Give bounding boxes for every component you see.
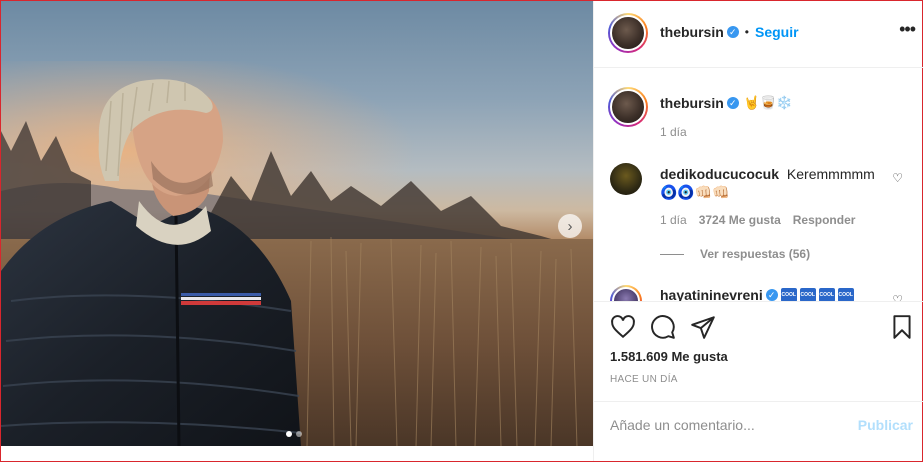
caption-time[interactable]: 1 día: [660, 125, 687, 139]
follow-button[interactable]: Seguir: [755, 24, 799, 40]
author-username[interactable]: thebursin: [660, 24, 724, 40]
verified-badge-icon: ✓: [726, 97, 739, 109]
like-heart-icon[interactable]: [610, 314, 636, 340]
comment-input[interactable]: [610, 414, 840, 436]
carousel-dot: [296, 431, 302, 437]
post-actions: 1.581.609 Me gusta HACE UN DÍA: [594, 301, 923, 401]
cool-badge: COOL: [837, 288, 854, 301]
like-comment-heart-icon[interactable]: ♡: [892, 293, 903, 301]
carousel-dot: [286, 431, 292, 437]
cool-badge: COOL: [780, 288, 797, 301]
comment-text: hayatininevreni ✓ COOL COOL COOL COOL: [660, 287, 854, 301]
commenter-avatar[interactable]: [610, 163, 642, 195]
likes-count[interactable]: 1.581.609 Me gusta: [610, 349, 728, 364]
separator: •: [744, 25, 749, 39]
commenter-username[interactable]: dedikoducucocuk: [660, 166, 779, 182]
add-comment-bar: Publicar: [594, 401, 923, 447]
caption-username[interactable]: thebursin: [660, 95, 724, 111]
post-photo[interactable]: ›: [1, 1, 593, 447]
comment-time[interactable]: 1 día: [660, 213, 687, 227]
caption-emojis: 🤘🥃❄️: [743, 95, 793, 110]
next-slide-button[interactable]: ›: [558, 214, 582, 238]
comment-likes[interactable]: 3724 Me gusta: [699, 213, 781, 227]
comments-list[interactable]: thebursin ✓ 🤘🥃❄️ 1 día dedikoducucocuk K…: [594, 69, 923, 301]
comment-bubble-icon[interactable]: [650, 314, 676, 340]
comment-body: Keremmmmm: [786, 166, 875, 182]
post-side-panel: thebursin ✓ • Seguir ••• thebursin ✓ 🤘🥃❄…: [593, 1, 923, 461]
verified-badge-icon: ✓: [726, 26, 739, 38]
view-replies-label: Ver respuestas (56): [700, 247, 811, 261]
publish-button[interactable]: Publicar: [858, 417, 913, 433]
comment-emojis: 🧿🧿👊🏻👊🏻: [660, 184, 730, 200]
photo-bottom-strip: [1, 446, 593, 461]
view-replies-button[interactable]: Ver respuestas (56): [660, 247, 810, 261]
share-send-icon[interactable]: [690, 314, 716, 340]
author-avatar[interactable]: [608, 13, 648, 53]
like-comment-heart-icon[interactable]: ♡: [892, 171, 903, 185]
cool-badge: COOL: [818, 288, 835, 301]
verified-badge-icon: ✓: [765, 289, 778, 301]
commenter-username[interactable]: hayatininevreni: [660, 287, 763, 301]
chevron-right-icon: ›: [567, 217, 573, 235]
photo-scene: [1, 61, 593, 447]
caption-avatar[interactable]: [608, 87, 648, 127]
commenter-avatar[interactable]: [610, 285, 642, 301]
replies-divider: [660, 253, 684, 255]
header-user: thebursin ✓ • Seguir: [660, 24, 799, 40]
more-options-icon[interactable]: •••: [899, 19, 916, 40]
reply-button[interactable]: Responder: [793, 213, 856, 227]
caption-line: thebursin ✓ 🤘🥃❄️: [660, 95, 792, 111]
post-time[interactable]: HACE UN DÍA: [610, 374, 678, 385]
save-bookmark-icon[interactable]: [889, 314, 915, 340]
post-header: thebursin ✓ • Seguir •••: [594, 1, 923, 68]
cool-badge: COOL: [799, 288, 816, 301]
comment-text: dedikoducucocuk Keremmmmm 🧿🧿👊🏻👊🏻: [660, 165, 890, 201]
carousel-indicator: [286, 431, 302, 437]
comment-meta: 1 día 3724 Me gusta Responder: [660, 213, 855, 227]
